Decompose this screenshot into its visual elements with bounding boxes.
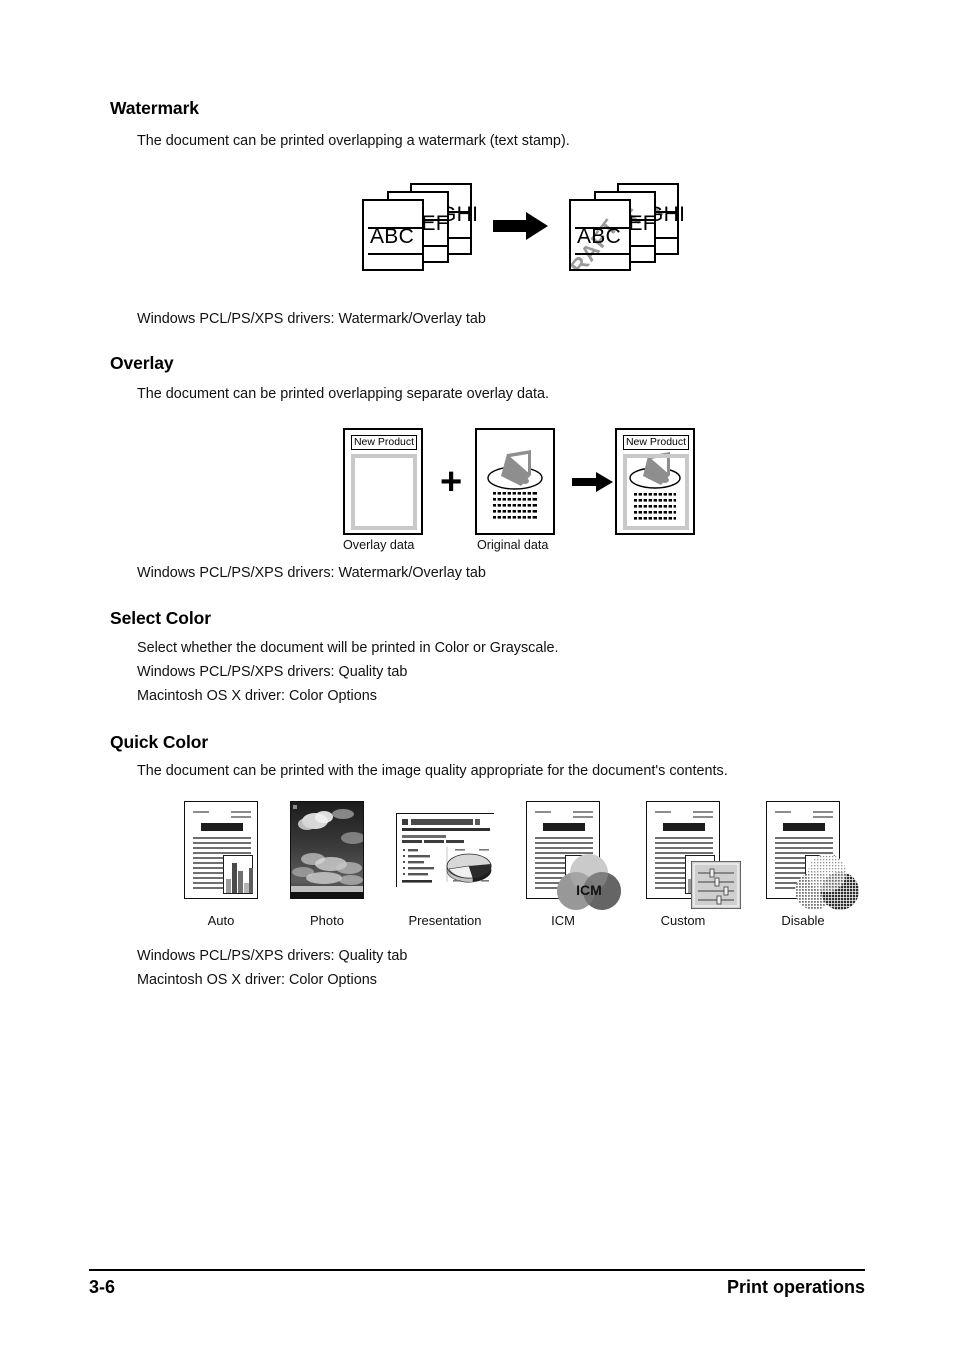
color-sliders-panel-icon <box>690 860 742 910</box>
document-page: Watermark The document can be printed ov… <box>0 0 954 1350</box>
laptop-illustration-icon <box>487 450 543 521</box>
icm-color-circles-icon: ICM <box>555 853 623 911</box>
thumbnail-photo <box>290 801 364 899</box>
footer-divider <box>89 1269 865 1271</box>
halftone-color-circles-icon <box>793 853 861 911</box>
sheet-text-abc-after: ABC <box>577 225 622 248</box>
overlay-data-sheet: New Product <box>343 428 423 535</box>
sheet-text-abc: ABC <box>370 225 415 248</box>
plus-sign: + <box>440 461 463 503</box>
watermark-driver-note: Windows PCL/PS/XPS drivers: Watermark/Ov… <box>137 311 486 327</box>
cloud-photograph-icon <box>291 802 363 898</box>
thumbnail-label-custom: Custom <box>660 913 706 928</box>
select-color-driver-note-macintosh: Macintosh OS X driver: Color Options <box>137 688 377 704</box>
heading-watermark: Watermark <box>110 98 199 118</box>
overlay-gray-frame <box>351 454 417 530</box>
running-title: Print operations <box>726 1277 865 1297</box>
quick-color-driver-note-macintosh: Macintosh OS X driver: Color Options <box>137 972 377 988</box>
select-color-body-text: Select whether the document will be prin… <box>137 640 559 656</box>
new-product-label-result: New Product <box>623 435 689 450</box>
watermark-body-text: The document can be printed overlapping … <box>137 133 570 149</box>
thumbnail-label-photo: Photo <box>310 913 344 928</box>
quick-color-body-text: The document can be printed with the ima… <box>137 763 728 779</box>
thumbnail-label-icm: ICM <box>551 913 575 928</box>
caption-original-data: Original data <box>477 538 549 552</box>
right-arrow-icon <box>493 211 549 246</box>
page-number: 3-6 <box>89 1277 116 1297</box>
original-data-sheet <box>475 428 555 535</box>
new-product-label: New Product <box>351 435 417 450</box>
select-color-driver-note-windows: Windows PCL/PS/XPS drivers: Quality tab <box>137 664 408 680</box>
thumbnail-auto <box>184 801 258 899</box>
quick-color-driver-note-windows: Windows PCL/PS/XPS drivers: Quality tab <box>137 948 408 964</box>
heading-overlay: Overlay <box>110 353 174 373</box>
caption-overlay-data: Overlay data <box>343 538 415 552</box>
thumbnail-label-disable: Disable <box>781 913 825 928</box>
icm-badge-text: ICM <box>576 882 602 898</box>
overlay-body-text: The document can be printed overlapping … <box>137 386 549 402</box>
thumbnail-presentation <box>396 813 495 888</box>
heading-quick-color: Quick Color <box>110 732 209 752</box>
overlay-driver-note: Windows PCL/PS/XPS drivers: Watermark/Ov… <box>137 565 486 581</box>
bar-chart-icon <box>223 855 253 894</box>
right-arrow-icon <box>572 472 614 497</box>
presentation-slide-icon <box>397 814 495 888</box>
overlay-gray-frame-result <box>623 454 689 530</box>
heading-select-color: Select Color <box>110 608 211 628</box>
overlay-result-sheet: New Product <box>615 428 695 535</box>
thumbnail-label-auto: Auto <box>207 913 235 928</box>
thumbnail-label-presentation: Presentation <box>408 913 482 928</box>
